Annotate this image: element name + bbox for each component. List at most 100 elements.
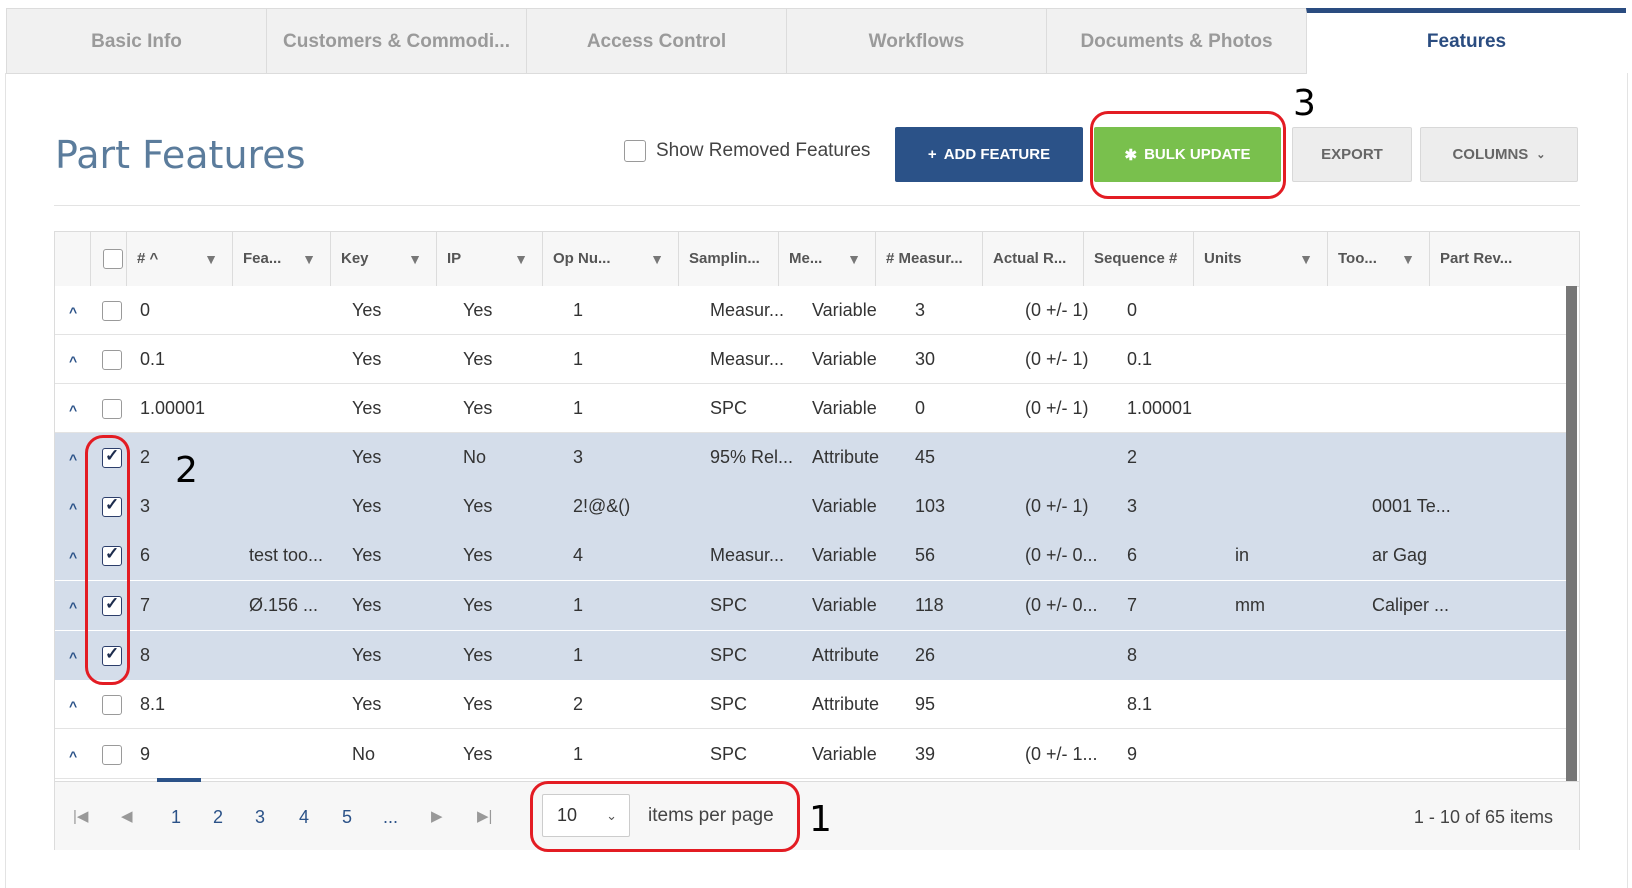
header-sequence[interactable]: Sequence # [1083,232,1193,286]
tab-workflows[interactable]: Workflows [786,8,1046,74]
cell-number: 6 [140,545,151,565]
row-select-checkbox[interactable] [102,301,122,321]
cell-sequence: 8.1 [1127,694,1153,714]
pager-summary: 1 - 10 of 65 items [1413,807,1553,827]
prev-page-icon[interactable]: ◀ [121,782,133,850]
header-sampling[interactable]: Samplin... [678,232,778,286]
table-row[interactable]: ^ 8.1 Yes Yes 2 SPC Attribute 95 8.1 [55,680,1566,729]
table-row[interactable]: ^ 3 Yes Yes 2!@&() Variable 103 (0 +/- 1) 3 0001 … [55,482,1566,531]
filter-icon[interactable]: ▼ [408,232,422,286]
header-actual-range[interactable]: Actual R... [982,232,1083,286]
tab-bar: Basic Info Customers & Commodi... Access… [6,8,1626,74]
first-page-icon[interactable]: |◀ [73,782,88,850]
filter-icon[interactable]: ▼ [1401,232,1415,286]
callout-bulk-update-highlight [1090,111,1286,199]
header-feature[interactable]: Fea... ▼ [232,232,330,286]
table-row[interactable]: ^ 6 test too... Yes Yes 4 Measur... Variable 56 (… [55,531,1566,580]
cell-key: Yes [352,496,382,516]
cell-units: mm [1235,595,1265,615]
expand-row-icon[interactable]: ^ [69,730,77,779]
cell-measurement-count: 45 [915,447,936,467]
grid-body: ^ 0 Yes Yes 1 Measur... Variable 3 (0 +/- 1) 0 ^ 0.… [55,286,1566,781]
cell-actual-range: (0 +/- 0... [1025,595,1098,615]
cell-sequence: 6 [1127,545,1138,565]
cell-measurement: Variable [812,545,877,565]
cell-number: 2 [140,447,151,467]
header-tool[interactable]: Too... ▼ [1327,232,1429,286]
header-part-revision[interactable]: Part Rev... [1429,232,1579,286]
filter-icon[interactable]: ▼ [514,232,528,286]
cell-actual-range: (0 +/- 1) [1025,496,1089,516]
cell-tool: ar Gag [1372,545,1428,565]
filter-icon[interactable]: ▼ [1299,232,1313,286]
page-ellipsis[interactable]: ... [383,782,398,850]
show-removed-checkbox[interactable] [624,140,646,162]
cell-number: 3 [140,496,151,516]
page-link[interactable]: 1 [171,782,181,850]
page-title: Part Features [55,133,306,177]
columns-button[interactable]: COLUMNS ⌄ [1420,127,1578,182]
header-op-number[interactable]: Op Nu... ▼ [542,232,678,286]
expand-row-icon[interactable]: ^ [69,581,77,630]
last-page-icon[interactable]: ▶| [477,782,492,850]
select-all-checkbox[interactable] [103,249,123,269]
table-row[interactable]: ^ 1.00001 Yes Yes 1 SPC Variable 0 (0 +/- 1) 1.00… [55,384,1566,433]
add-feature-button[interactable]: + ADD FEATURE [895,127,1083,182]
cell-ip: No [463,447,487,467]
filter-icon[interactable]: ▼ [650,232,664,286]
table-row[interactable]: ^ 0.1 Yes Yes 1 Measur... Variable 30 (0 +/- 1) 0… [55,335,1566,384]
expand-row-icon[interactable]: ^ [69,286,77,335]
filter-icon[interactable]: ▼ [302,232,316,286]
expand-row-icon[interactable]: ^ [69,384,77,433]
table-row[interactable]: ^ 9 No Yes 1 SPC Variable 39 (0 +/- 1... 9 [55,730,1566,779]
table-row[interactable]: ^ 0 Yes Yes 1 Measur... Variable 3 (0 +/- 1) 0 [55,286,1566,335]
page-link[interactable]: 5 [342,782,352,850]
header-key[interactable]: Key ▼ [330,232,436,286]
header-number[interactable]: # ^ ▼ [126,232,232,286]
cell-ip: Yes [463,300,493,320]
cell-measurement: Variable [812,496,877,516]
expand-row-icon[interactable]: ^ [69,433,77,482]
cell-measurement: Variable [812,744,877,764]
header-select-all[interactable] [90,232,126,286]
cell-measurement: Variable [812,595,877,615]
cell-ip: Yes [463,694,493,714]
expand-row-icon[interactable]: ^ [69,335,77,384]
expand-row-icon[interactable]: ^ [69,680,77,729]
row-select-checkbox[interactable] [102,350,122,370]
page-link[interactable]: 3 [255,782,265,850]
row-select-checkbox[interactable] [102,695,122,715]
cell-measurement-count: 103 [915,496,946,516]
tab-documents-photos[interactable]: Documents & Photos [1046,8,1306,74]
row-select-checkbox[interactable] [102,745,122,765]
cell-ip: Yes [463,349,493,369]
cell-measurement-count: 39 [915,744,936,764]
export-button[interactable]: EXPORT [1292,127,1412,182]
tab-access-control[interactable]: Access Control [526,8,786,74]
tab-features[interactable]: Features [1306,8,1626,74]
expand-row-icon[interactable]: ^ [69,482,77,531]
cell-sequence: 2 [1127,447,1138,467]
table-row[interactable]: ^ 8 Yes Yes 1 SPC Attribute 26 8 [55,631,1566,680]
expand-row-icon[interactable]: ^ [69,531,77,580]
cell-ip: Yes [463,595,493,615]
header-measurement[interactable]: Me... ▼ [778,232,875,286]
expand-row-icon[interactable]: ^ [69,631,77,680]
tab-basic-info[interactable]: Basic Info [6,8,266,74]
page-link[interactable]: 2 [213,782,223,850]
page-link[interactable]: 4 [299,782,309,850]
table-row[interactable]: ^ 2 Yes No 3 95% Rel... Attribute 45 2 [55,433,1566,482]
filter-icon[interactable]: ▼ [847,232,861,286]
header-units[interactable]: Units ▼ [1193,232,1327,286]
tab-customers-commodities[interactable]: Customers & Commodi... [266,8,526,74]
show-removed-toggle[interactable]: Show Removed Features [624,140,870,162]
scrollbar-thumb[interactable] [1566,286,1577,781]
table-row[interactable]: ^ 7 Ø.156 ... Yes Yes 1 SPC Variable 118 (0 +/- 0… [55,581,1566,630]
cell-key: Yes [352,398,382,418]
filter-icon[interactable]: ▼ [204,232,218,286]
cell-number: 0 [140,300,151,320]
header-measurement-count[interactable]: # Measur... [875,232,982,286]
next-page-icon[interactable]: ▶ [431,782,443,850]
header-ip[interactable]: IP ▼ [436,232,542,286]
row-select-checkbox[interactable] [102,399,122,419]
